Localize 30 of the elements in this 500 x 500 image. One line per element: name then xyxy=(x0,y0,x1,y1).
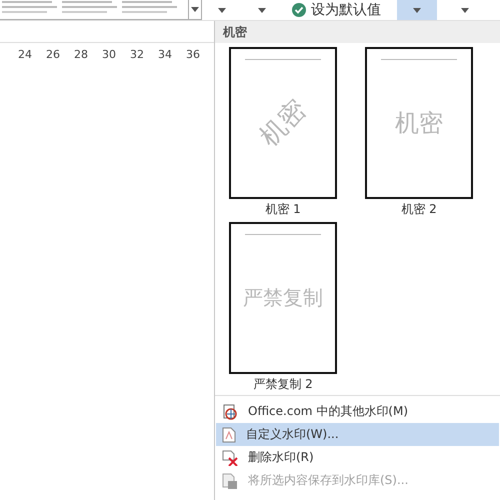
caret-icon xyxy=(461,8,469,12)
caret-icon xyxy=(191,7,199,12)
ruler-number: 26 xyxy=(45,48,61,60)
dropdown-button[interactable] xyxy=(397,0,437,20)
remove-page-icon xyxy=(222,450,238,466)
page-icon xyxy=(222,426,236,442)
watermark-text: 机密 xyxy=(253,93,314,154)
caret-icon xyxy=(258,8,266,12)
preview-label: 机密 2 xyxy=(401,201,437,218)
set-default-button[interactable]: 设为默认值 xyxy=(282,0,391,20)
menu-item[interactable]: Office.com 中的其他水印(M) xyxy=(216,400,499,423)
watermark-text: 机密 xyxy=(395,108,443,139)
save-icon xyxy=(222,472,238,488)
ruler-number: 28 xyxy=(73,48,89,60)
check-icon xyxy=(292,3,306,17)
globe-page-icon xyxy=(222,404,238,420)
menu-item[interactable]: 删除水印(R) xyxy=(216,446,499,469)
preview-label: 机密 1 xyxy=(265,201,301,218)
preview-label: 严禁复制 2 xyxy=(253,376,313,393)
ruler-number: 36 xyxy=(185,48,201,60)
caret-icon xyxy=(413,8,421,12)
menu-item[interactable]: 自定义水印(W)... xyxy=(216,423,499,446)
caret-icon xyxy=(218,8,226,12)
watermark-text: 严禁复制 xyxy=(243,284,323,312)
section-header: 机密 xyxy=(215,21,500,43)
gallery-more-button[interactable] xyxy=(188,0,202,20)
ruler-number: 30 xyxy=(101,48,117,60)
ruler-number: 32 xyxy=(129,48,145,60)
ruler-number: 34 xyxy=(157,48,173,60)
ruler-number: 24 xyxy=(17,48,33,60)
